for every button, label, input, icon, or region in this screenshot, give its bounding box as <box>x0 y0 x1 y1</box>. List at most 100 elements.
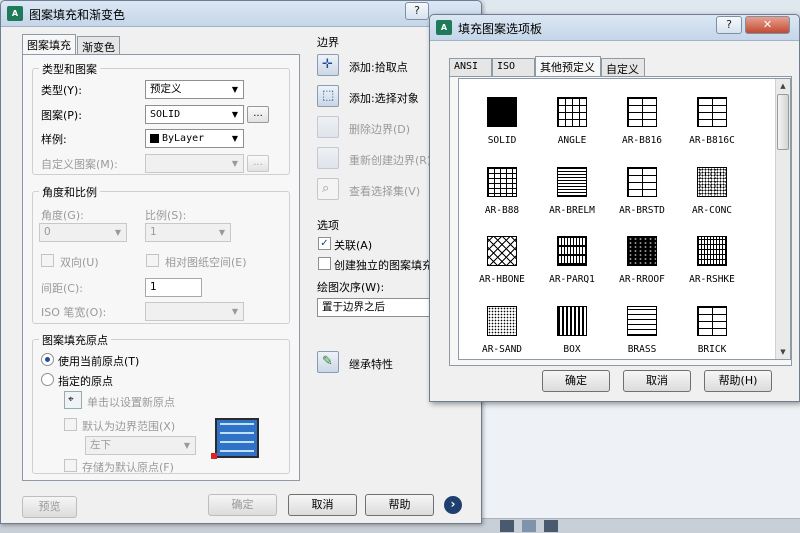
pattern-item[interactable]: AR-RSHKE <box>679 236 745 285</box>
origin-position-combo[interactable]: 左下 ▼ <box>85 436 196 455</box>
independent-hatch-checkbox[interactable] <box>318 257 331 270</box>
palette-titlebar[interactable]: A 填充图案选项板 ? ✕ <box>430 15 799 41</box>
palette-cancel-button[interactable]: 取消 <box>623 370 691 392</box>
cancel-button[interactable]: 取消 <box>288 494 357 516</box>
tab-gradient[interactable]: 渐变色 <box>77 36 120 54</box>
tab-hatch[interactable]: 图案填充 <box>22 34 76 54</box>
status-snap-icon[interactable] <box>522 520 536 532</box>
relative-paper-checkbox[interactable] <box>146 254 159 267</box>
chevron-down-icon: ▼ <box>183 441 191 450</box>
close-icon[interactable]: ✕ <box>745 16 790 34</box>
palette-dialog-title: 填充图案选项板 <box>458 22 543 36</box>
hatch-gradient-dialog: A 图案填充和渐变色 ? 图案填充 渐变色 类型和图案 类型(Y): 预定义 ▼… <box>0 0 482 524</box>
color-square-icon <box>150 134 159 143</box>
chevron-down-icon: ▼ <box>231 85 239 94</box>
type-combo[interactable]: 预定义 ▼ <box>145 80 244 99</box>
scale-label: 比例(S): <box>145 209 187 222</box>
autocad-app-icon: A <box>436 20 452 35</box>
remove-boundary-label[interactable]: 删除边界(D) <box>349 121 410 137</box>
pattern-item[interactable]: AR-CONC <box>679 167 745 216</box>
inherit-properties-label[interactable]: 继承特性 <box>349 356 393 372</box>
pattern-browse-button[interactable]: ... <box>247 106 269 123</box>
pattern-name: BRICK <box>697 344 727 355</box>
pattern-item[interactable]: AR-B88 <box>469 167 535 216</box>
remove-boundary-icon[interactable] <box>317 116 339 138</box>
pattern-swatch-icon <box>697 236 727 266</box>
pattern-item[interactable]: AR-SAND <box>469 306 535 355</box>
origin-position-value: 左下 <box>90 439 111 451</box>
chevron-down-icon: ▼ <box>231 134 239 143</box>
recreate-boundary-icon[interactable] <box>317 147 339 169</box>
ok-button[interactable]: 确定 <box>208 494 277 516</box>
pattern-item[interactable]: AR-B816 <box>609 97 675 146</box>
pattern-grid: SOLID ANGLE AR-B816 AR-B816C AR-B88 AR-BRELM A… <box>458 78 791 360</box>
pattern-scrollbar[interactable]: ▲ ▼ <box>775 79 790 359</box>
chevron-down-icon: ▼ <box>231 110 239 119</box>
scale-combo[interactable]: 1 ▼ <box>145 223 231 242</box>
pattern-item[interactable]: BRICK <box>679 306 745 355</box>
origin-preview-icon <box>211 418 259 459</box>
angle-combo-value: 0 <box>44 226 51 238</box>
specified-origin-radio[interactable] <box>41 373 54 386</box>
associative-checkbox[interactable]: ✓ <box>318 237 331 250</box>
palette-help-button[interactable]: 帮助(H) <box>704 370 772 392</box>
pattern-swatch-icon <box>557 97 587 127</box>
inherit-properties-icon[interactable]: ✎ <box>317 351 339 373</box>
default-extent-checkbox[interactable] <box>64 418 77 431</box>
help-caption-button[interactable]: ? <box>405 2 429 20</box>
iso-pen-width-combo[interactable]: ▼ <box>145 302 244 321</box>
status-ortho-icon[interactable] <box>544 520 558 532</box>
pattern-item[interactable]: AR-PARQ1 <box>539 236 605 285</box>
pattern-swatch-icon <box>697 97 727 127</box>
pattern-swatch-icon <box>627 97 657 127</box>
pattern-item[interactable]: AR-B816C <box>679 97 745 146</box>
store-default-checkbox[interactable] <box>64 459 77 472</box>
angle-combo[interactable]: 0 ▼ <box>39 223 127 242</box>
swatch-combo[interactable]: ByLayer ▼ <box>145 129 244 148</box>
status-grid-icon[interactable] <box>500 520 514 532</box>
iso-pen-width-label: ISO 笔宽(O): <box>41 306 107 319</box>
spacing-input[interactable]: 1 <box>145 278 202 297</box>
pattern-item[interactable]: AR-RROOF <box>609 236 675 285</box>
default-extent-label: 默认为边界范围(X) <box>82 420 176 433</box>
scroll-up-icon[interactable]: ▲ <box>776 79 790 93</box>
more-options-button[interactable]: › <box>444 496 462 514</box>
set-origin-button[interactable]: ⌖ <box>64 391 82 409</box>
main-titlebar[interactable]: A 图案填充和渐变色 ? <box>1 1 481 27</box>
custom-pattern-combo[interactable]: ▼ <box>145 154 244 173</box>
pattern-item[interactable]: AR-HBONE <box>469 236 535 285</box>
pattern-item[interactable]: SOLID <box>469 97 535 146</box>
help-caption-button[interactable]: ? <box>716 16 742 34</box>
angle-label: 角度(G): <box>41 209 84 222</box>
view-selection-icon[interactable]: ⌕ <box>317 178 339 200</box>
scroll-thumb[interactable] <box>777 94 789 150</box>
pattern-item[interactable]: BRASS <box>609 306 675 355</box>
pick-points-label[interactable]: 添加:拾取点 <box>349 59 408 75</box>
pattern-item[interactable]: BOX <box>539 306 605 355</box>
tab-iso[interactable]: ISO <box>492 58 535 76</box>
pattern-item[interactable]: AR-BRELM <box>539 167 605 216</box>
recreate-boundary-label[interactable]: 重新创建边界(R) <box>349 152 431 168</box>
view-selection-label[interactable]: 查看选择集(V) <box>349 183 420 199</box>
palette-ok-button[interactable]: 确定 <box>542 370 610 392</box>
double-checkbox[interactable] <box>41 254 54 267</box>
pattern-swatch-icon <box>627 306 657 336</box>
select-objects-label[interactable]: 添加:选择对象 <box>349 90 419 106</box>
chevron-down-icon: ▼ <box>218 228 226 237</box>
pattern-combo[interactable]: SOLID ▼ <box>145 105 244 124</box>
pattern-item[interactable]: ANGLE <box>539 97 605 146</box>
tab-custom[interactable]: 自定义 <box>601 58 645 76</box>
preview-button[interactable]: 预览 <box>22 496 77 518</box>
tab-ansi[interactable]: ANSI <box>449 58 492 76</box>
pick-points-icon[interactable]: ✛ <box>317 54 339 76</box>
tab-other-predefined[interactable]: 其他预定义 <box>535 56 601 76</box>
pattern-item[interactable]: AR-BRSTD <box>609 167 675 216</box>
custom-pattern-label: 自定义图案(M): <box>41 158 118 171</box>
scale-combo-value: 1 <box>150 226 157 238</box>
custom-browse-button[interactable]: ... <box>247 155 269 172</box>
help-button[interactable]: 帮助 <box>365 494 434 516</box>
select-objects-icon[interactable]: ⬚ <box>317 85 339 107</box>
use-current-origin-radio[interactable] <box>41 353 54 366</box>
cursor-pick-icon: ⌖ <box>68 394 74 405</box>
scroll-down-icon[interactable]: ▼ <box>776 345 790 359</box>
